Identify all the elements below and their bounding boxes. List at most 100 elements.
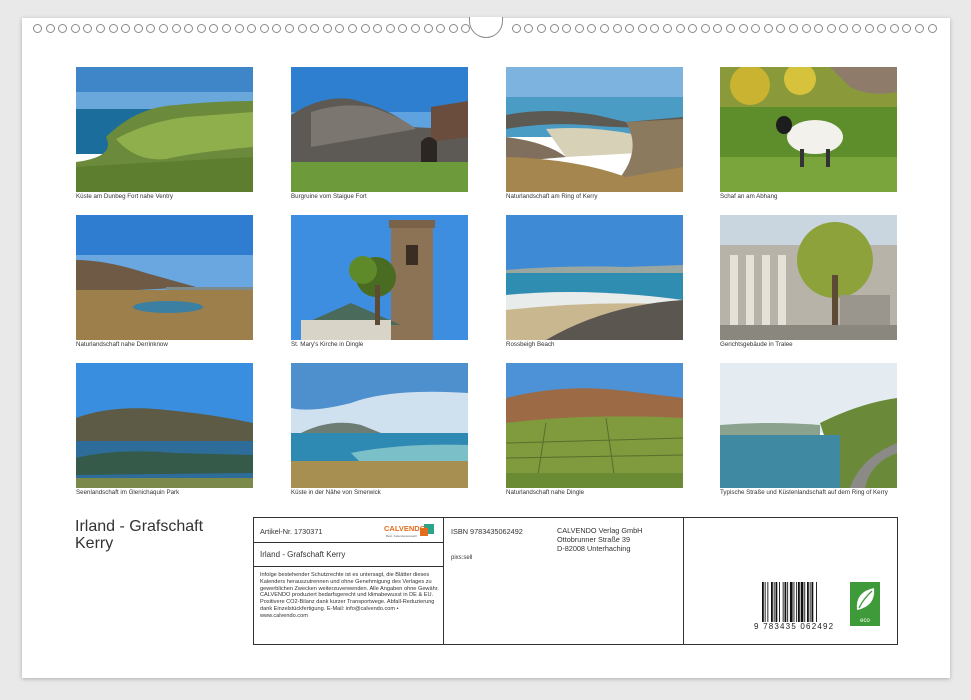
binding-ring: [511, 24, 521, 33]
barcode-bar: [779, 582, 780, 622]
binding-ring: [889, 24, 899, 33]
calendar-title-line1: Irland - Grafschaft: [75, 518, 204, 535]
author: pixs:sell: [451, 555, 473, 561]
binding-ring: [121, 24, 131, 33]
barcode-bar: [787, 582, 789, 622]
barcode-bar: [767, 582, 769, 622]
barcode-bar: [793, 582, 795, 622]
binding-ring: [133, 24, 143, 33]
photo-thumbnail: [720, 363, 897, 488]
binding-ring: [789, 24, 798, 33]
barcode-bar: [798, 582, 800, 622]
photo-caption: St. Mary's Kirche in Dingle: [291, 341, 364, 348]
photo-thumbnail: [291, 67, 468, 192]
photo-thumbnail: [76, 67, 253, 192]
photo-caption: Typische Straße und Küstenlandschaft auf…: [720, 489, 888, 496]
binding-ring: [322, 24, 332, 33]
barcode-bar: [789, 582, 793, 622]
photo-thumbnail: [720, 215, 897, 340]
binding-ring: [272, 24, 282, 33]
binding-ring: [297, 24, 307, 33]
binding-ring: [763, 24, 773, 33]
binding-ring: [247, 24, 257, 33]
eco-label: eco: [860, 618, 870, 624]
barcode-bar: [811, 582, 814, 622]
binding-ring: [398, 24, 408, 33]
binding-ring: [814, 24, 824, 33]
photo-thumbnail: [506, 215, 683, 340]
barcode-bar: [771, 582, 773, 622]
binding-ring: [663, 24, 672, 33]
binding-ring: [33, 24, 42, 33]
binding-ring: [259, 24, 269, 33]
photo-caption: Gerichtsgebäude in Tralee: [720, 341, 793, 348]
legal-text: Infolge bestehender Schutzrechte ist es …: [260, 572, 439, 619]
barcode-bar: [800, 582, 804, 622]
calvendo-logo: CALVENDO Best. Kalenderauswahl: [384, 524, 434, 538]
binding-ring: [108, 24, 118, 33]
svg-text:CALVENDO: CALVENDO: [384, 524, 426, 533]
binding-ring: [70, 24, 80, 33]
divider: [254, 566, 443, 567]
binding-ring: [96, 24, 105, 33]
photo-caption: Naturlandschaft nahe Derrinknow: [76, 341, 168, 348]
barcode-bar: [764, 582, 766, 622]
article-number: Artikel-Nr. 1730371: [260, 527, 323, 536]
binding-ring: [310, 24, 320, 33]
binding-ring: [146, 24, 156, 33]
photo-thumbnail: [506, 67, 683, 192]
photo-caption: Küste in der Nähe von Smerwick: [291, 489, 381, 496]
binding-ring: [675, 24, 685, 33]
binding-ring: [927, 24, 937, 33]
photo-thumbnail: [291, 215, 468, 340]
barcode-bar: [762, 582, 764, 622]
binding-ring: [625, 24, 635, 33]
binding-ring: [637, 24, 647, 33]
photo-caption: Rossbeigh Beach: [506, 341, 555, 348]
isbn: ISBN 9783435062492: [451, 527, 523, 536]
binding-ring: [852, 24, 861, 33]
divider: [683, 518, 684, 644]
eco-badge: eco: [850, 582, 880, 626]
binding-ring: [385, 24, 395, 33]
barcode-bar: [804, 582, 806, 622]
binding-ring: [562, 24, 572, 33]
publisher-address: CALVENDO Verlag GmbH Ottobrunner Straße …: [557, 526, 642, 553]
binding-ring: [448, 24, 458, 33]
binding-ring: [776, 24, 786, 33]
leaf-icon: [856, 588, 875, 610]
photo-thumbnail: [720, 67, 897, 192]
photo-thumbnail: [76, 215, 253, 340]
binding-ring: [335, 24, 345, 33]
photo-caption: Schaf an am Abhang: [720, 193, 778, 200]
barcode-bar: [796, 582, 798, 622]
binding-ring: [915, 24, 924, 33]
photo-caption: Burgruine vom Staigue Fort: [291, 193, 367, 200]
barcode-bar: [773, 582, 775, 622]
binding-ring: [184, 24, 194, 33]
binding-ring: [196, 24, 206, 33]
binding-ring: [864, 24, 874, 33]
binding-ring: [159, 24, 168, 33]
binding-ring: [373, 24, 383, 33]
barcode-bar: [816, 582, 817, 622]
binding-ring: [45, 24, 55, 33]
binding-ring: [348, 24, 357, 33]
product-title: Irland - Grafschaft Kerry: [260, 550, 346, 559]
binding-ring: [411, 24, 420, 33]
binding-ring: [436, 24, 446, 33]
binding-ring: [549, 24, 559, 33]
photo-caption: Küste am Dunbeg Fort nahe Ventry: [76, 193, 173, 200]
binding-ring: [587, 24, 597, 33]
photo-thumbnail: [291, 363, 468, 488]
publisher-name: CALVENDO Verlag GmbH: [557, 526, 643, 535]
binding-ring: [726, 24, 735, 33]
binding-ring: [209, 24, 219, 33]
binding-ring: [524, 24, 534, 33]
binding-ring: [600, 24, 609, 33]
publisher-street: Ottobrunner Straße 39: [557, 535, 631, 544]
binding-ring: [650, 24, 660, 33]
binding-ring: [423, 24, 433, 33]
svg-text:Best. Kalenderauswahl: Best. Kalenderauswahl: [386, 534, 417, 538]
barcode-bar: [775, 582, 778, 622]
